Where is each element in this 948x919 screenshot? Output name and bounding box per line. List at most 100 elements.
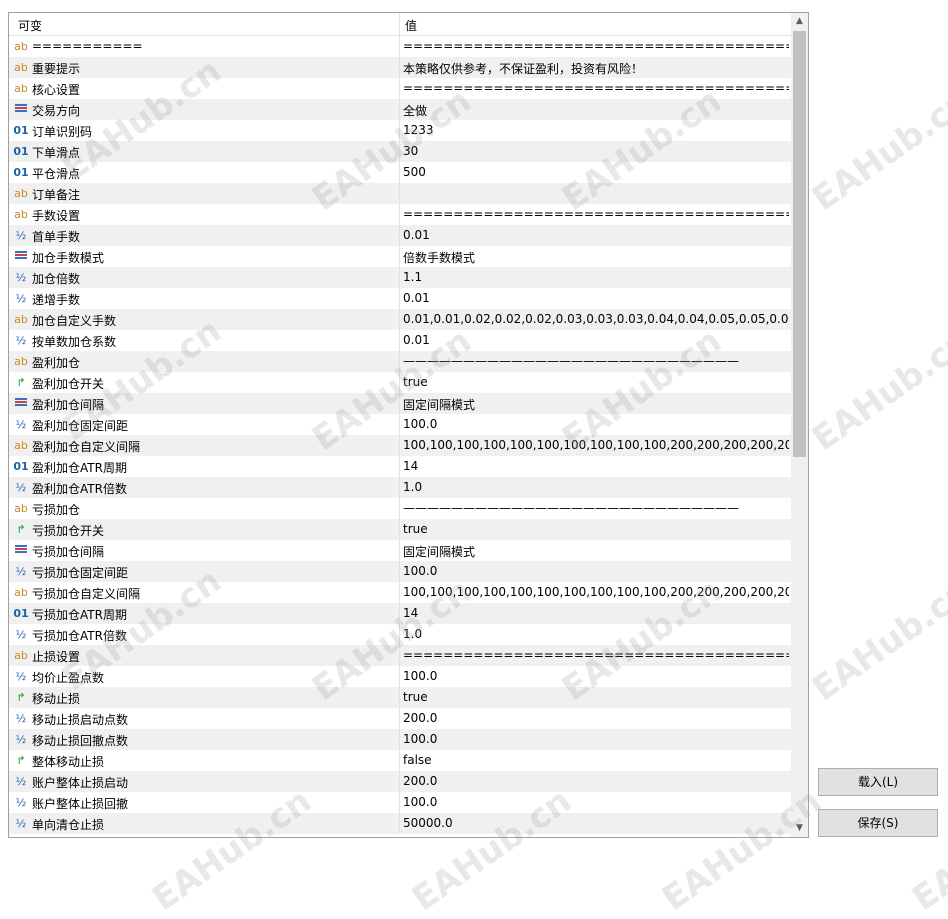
column-separator [399,435,400,456]
scroll-down-arrow-icon[interactable]: ▼ [791,820,808,837]
column-separator [399,813,400,834]
parameter-value[interactable]: 0.01 [403,333,789,347]
parameter-row[interactable]: ab 亏损加仓 ———————————————————————————— [9,498,791,519]
parameter-row[interactable]: ↱ 整体移动止损 false [9,750,791,771]
column-header-value[interactable]: 值 [405,17,417,34]
parameter-value[interactable]: 100.0 [403,669,789,683]
parameter-value[interactable]: ========================================… [403,648,789,662]
parameter-value[interactable]: 50000.0 [403,816,789,830]
parameter-row[interactable]: ab 盈利加仓自定义间隔 100,100,100,100,100,100,100,1… [9,435,791,456]
parameter-row[interactable]: 亏损加仓间隔 固定间隔模式 [9,540,791,561]
parameter-row[interactable]: 01 亏损加仓ATR周期 14 [9,603,791,624]
parameter-value[interactable]: 30 [403,144,789,158]
parameter-row[interactable]: ab 亏损加仓自定义间隔 100,100,100,100,100,100,100,1… [9,582,791,603]
parameter-row[interactable]: ½ 盈利加仓固定间距 100.0 [9,414,791,435]
parameter-row[interactable]: ½ 盈利加仓ATR倍数 1.0 [9,477,791,498]
load-button[interactable]: 载入(L) [818,768,938,796]
parameter-row[interactable]: 01 订单识别码 1233 [9,120,791,141]
scroll-thumb[interactable] [793,31,806,457]
parameter-name: 重要提示 [32,62,81,76]
parameter-name: 盈利加仓开关 [32,377,105,391]
parameter-row[interactable]: ↱ 亏损加仓开关 true [9,519,791,540]
parameter-value[interactable]: 500 [403,165,789,179]
parameter-value[interactable]: 0.01 [403,228,789,242]
parameter-value[interactable]: 1.0 [403,627,789,641]
parameter-row[interactable]: ab 止损设置 ==================================… [9,645,791,666]
parameter-row[interactable]: ½ 账户整体止损回撤 100.0 [9,792,791,813]
save-button[interactable]: 保存(S) [818,809,938,837]
parameter-row[interactable]: 01 平仓滑点 500 [9,162,791,183]
parameter-value[interactable]: 本策略仅供参考，不保证盈利，投资有风险！ [403,60,789,77]
parameter-value[interactable]: 固定间隔模式 [403,396,789,413]
parameter-row[interactable]: 交易方向 全做 [9,99,791,120]
parameter-value[interactable]: 全做 [403,102,789,119]
parameter-row[interactable]: 01 盈利加仓ATR周期 14 [9,456,791,477]
parameter-value[interactable]: 14 [403,606,789,620]
parameter-row[interactable]: ½ 加仓倍数 1.1 [9,267,791,288]
parameter-name: 整体移动止损 [32,755,105,769]
column-separator [399,561,400,582]
parameter-row[interactable]: ½ 移动止损回撤点数 100.0 [9,729,791,750]
parameter-value[interactable]: true [403,522,789,536]
parameter-row[interactable]: ½ 递增手数 0.01 [9,288,791,309]
parameter-value[interactable]: 100.0 [403,732,789,746]
parameter-value[interactable]: true [403,375,789,389]
string-type-icon: ab [14,61,28,74]
parameter-value[interactable]: 倍数手数模式 [403,249,789,266]
parameter-row[interactable]: 加仓手数模式 倍数手数模式 [9,246,791,267]
parameter-value[interactable]: true [403,690,789,704]
parameter-value[interactable]: 1.1 [403,270,789,284]
double-type-icon: ½ [15,565,27,578]
parameter-row[interactable]: ↱ 盈利加仓开关 true [9,372,791,393]
parameter-value[interactable]: 0.01,0.01,0.02,0.02,0.02,0.03,0.03,0.03,… [403,312,789,326]
parameter-row[interactable]: ½ 账户整体止损启动 200.0 [9,771,791,792]
parameter-value[interactable]: ———————————————————————————— [403,354,789,368]
parameter-name: 手数设置 [32,209,81,223]
vertical-scrollbar[interactable]: ▲ ▼ [791,13,808,837]
parameter-row[interactable]: ½ 亏损加仓ATR倍数 1.0 [9,624,791,645]
parameter-value[interactable]: 14 [403,459,789,473]
parameter-row[interactable]: 01 下单滑点 30 [9,141,791,162]
parameter-row[interactable]: ab =========== ===========================… [9,36,791,57]
parameter-value[interactable]: 200.0 [403,711,789,725]
parameter-name: 盈利加仓ATR周期 [32,461,127,475]
parameter-value[interactable]: 0.01 [403,291,789,305]
parameter-value[interactable]: ========================================… [403,207,789,221]
parameter-value[interactable]: 100.0 [403,795,789,809]
parameter-row[interactable]: ½ 移动止损启动点数 200.0 [9,708,791,729]
parameter-value[interactable]: 1.0 [403,480,789,494]
parameter-value[interactable]: 固定间隔模式 [403,543,789,560]
parameter-row[interactable]: ½ 亏损加仓固定间距 100.0 [9,561,791,582]
parameter-row[interactable]: ½ 按单数加仓系数 0.01 [9,330,791,351]
parameter-row[interactable]: ½ 首单手数 0.01 [9,225,791,246]
parameter-value[interactable]: 100.0 [403,417,789,431]
parameter-row[interactable]: ab 核心设置 ==================================… [9,78,791,99]
parameter-value[interactable]: 100,100,100,100,100,100,100,100,100,100,… [403,438,789,452]
integer-type-icon: 01 [13,460,29,473]
scroll-up-arrow-icon[interactable]: ▲ [791,13,808,30]
parameter-value[interactable]: false [403,753,789,767]
column-separator[interactable] [399,13,400,35]
parameter-row[interactable]: ↱ 移动止损 true [9,687,791,708]
column-header-variable[interactable]: 可变 [18,17,42,34]
parameter-value[interactable]: 200.0 [403,774,789,788]
column-separator [399,57,400,78]
integer-type-icon: 01 [13,124,29,137]
parameter-value[interactable]: ======================================== [403,39,789,53]
parameter-value[interactable]: 1233 [403,123,789,137]
parameter-row[interactable]: ab 盈利加仓 ———————————————————————————— [9,351,791,372]
parameter-row[interactable]: ½ 单向清仓止损 50000.0 [9,813,791,834]
parameter-row[interactable]: 盈利加仓间隔 固定间隔模式 [9,393,791,414]
parameter-value[interactable]: 100,100,100,100,100,100,100,100,100,100,… [403,585,789,599]
parameter-row[interactable]: ab 手数设置 ==================================… [9,204,791,225]
parameter-value[interactable]: ========================================… [403,81,789,95]
parameter-value[interactable]: 100.0 [403,564,789,578]
string-type-icon: ab [14,313,28,326]
integer-type-icon: 01 [13,166,29,179]
double-type-icon: ½ [15,292,27,305]
parameter-row[interactable]: ab 订单备注 [9,183,791,204]
parameter-value[interactable]: ———————————————————————————— [403,501,789,515]
parameter-row[interactable]: ab 重要提示 本策略仅供参考，不保证盈利，投资有风险！ [9,57,791,78]
parameter-row[interactable]: ½ 均价止盈点数 100.0 [9,666,791,687]
parameter-row[interactable]: ab 加仓自定义手数 0.01,0.01,0.02,0.02,0.02,0.03,0… [9,309,791,330]
